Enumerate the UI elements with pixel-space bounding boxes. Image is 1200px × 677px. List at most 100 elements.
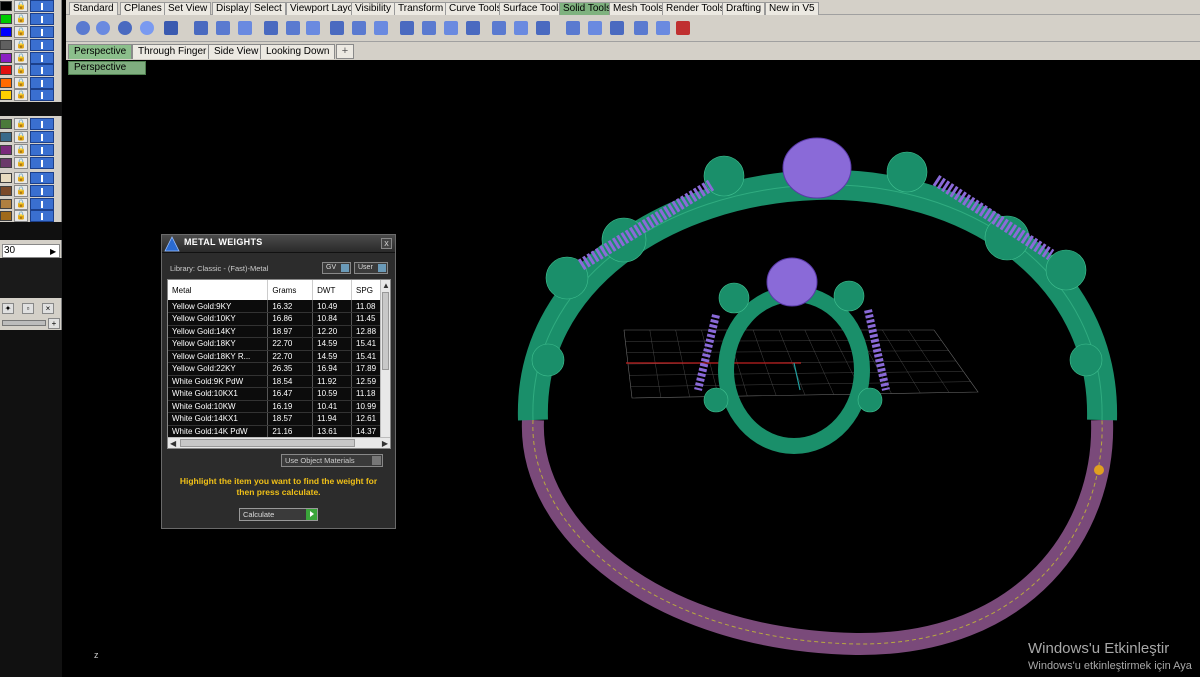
lock-icon[interactable]: 🔒 <box>14 13 28 25</box>
expand-arrow-icon[interactable]: ▶ <box>50 247 56 256</box>
layer-color-swatch[interactable] <box>0 78 12 88</box>
viewport-tab-through-finger[interactable]: Through Finger <box>132 44 213 59</box>
layer-row[interactable]: 🔒 <box>0 172 56 184</box>
layer-visibility-toggle[interactable] <box>30 26 54 38</box>
box-icon[interactable] <box>162 19 180 37</box>
lock-icon[interactable]: 🔒 <box>14 172 28 184</box>
column-header-grams[interactable]: Grams <box>267 280 314 300</box>
layer-visibility-toggle[interactable] <box>30 89 54 101</box>
use-object-materials-select[interactable]: Use Object Materials <box>281 454 383 467</box>
edges-icon[interactable] <box>586 19 604 37</box>
layer-visibility-toggle[interactable] <box>30 144 54 156</box>
layer-row[interactable]: 🔒 <box>0 77 56 89</box>
lock-icon[interactable]: 🔒 <box>14 210 28 222</box>
tab-solid-tools[interactable]: Solid Tools <box>559 2 616 15</box>
box-edit-icon[interactable] <box>464 19 482 37</box>
layer-row[interactable]: 🔒 <box>0 64 56 76</box>
lock-icon[interactable]: 🔒 <box>14 157 28 169</box>
tab-select[interactable]: Select <box>250 2 286 15</box>
add-viewport-tab-button[interactable]: + <box>336 44 354 59</box>
wire-cut-icon[interactable] <box>490 19 508 37</box>
layer-color-swatch[interactable] <box>0 14 12 24</box>
solid-edit-icon[interactable] <box>214 19 232 37</box>
layer-visibility-toggle[interactable] <box>30 52 54 64</box>
shell-icon[interactable] <box>304 19 322 37</box>
layer-visibility-toggle[interactable] <box>30 39 54 51</box>
cap-icon[interactable] <box>284 19 302 37</box>
table-row[interactable]: White Gold:9K PdW 18.54 11.92 12.59 <box>168 375 381 388</box>
table-row[interactable]: Yellow Gold:18KY R... 22.70 14.59 15.41 <box>168 350 381 363</box>
panel-plus-button[interactable]: + <box>48 318 60 329</box>
scroll-thumb[interactable] <box>180 439 355 447</box>
table-row[interactable]: Yellow Gold:14KY 18.97 12.20 12.88 <box>168 325 381 338</box>
layer-row[interactable]: 🔒 <box>0 89 56 101</box>
mesh-icon[interactable] <box>632 19 650 37</box>
tab-new-in-v5[interactable]: New in V5 <box>765 2 819 15</box>
layer-row[interactable]: 🔒 <box>0 0 56 12</box>
scroll-left-icon[interactable]: ◀ <box>170 439 176 448</box>
layer-visibility-toggle[interactable] <box>30 198 54 210</box>
history-icon[interactable] <box>608 19 626 37</box>
layer-visibility-toggle[interactable] <box>30 77 54 89</box>
tab-surface-tools[interactable]: Surface Tools <box>499 2 568 15</box>
tab-drafting[interactable]: Drafting <box>722 2 766 15</box>
layer-row[interactable]: 🔒 <box>0 198 56 210</box>
layer-visibility-toggle[interactable] <box>30 131 54 143</box>
explode-icon[interactable] <box>372 19 390 37</box>
layer-visibility-toggle[interactable] <box>30 64 54 76</box>
merge-icon[interactable] <box>398 19 416 37</box>
rib-icon[interactable] <box>534 19 552 37</box>
lock-icon[interactable]: 🔒 <box>14 118 28 130</box>
layer-visibility-toggle[interactable] <box>30 210 54 222</box>
layer-color-swatch[interactable] <box>0 199 12 209</box>
lock-icon[interactable]: 🔒 <box>14 131 28 143</box>
grid-icon[interactable] <box>654 19 672 37</box>
scroll-thumb[interactable] <box>382 292 389 370</box>
lock-icon[interactable]: 🔒 <box>14 64 28 76</box>
layer-color-swatch[interactable] <box>0 211 12 221</box>
layer-row[interactable]: 🔒 <box>0 185 56 197</box>
panel-copy-button[interactable]: ▫ <box>22 303 34 314</box>
fillet-icon[interactable] <box>262 19 280 37</box>
lock-icon[interactable]: 🔒 <box>14 0 28 12</box>
gv-select[interactable]: GV <box>322 262 351 274</box>
table-row[interactable]: Yellow Gold:18KY 22.70 14.59 15.41 <box>168 337 381 351</box>
lock-icon[interactable]: 🔒 <box>14 185 28 197</box>
layer-color-swatch[interactable] <box>0 145 12 155</box>
column-header-spg[interactable]: SPG <box>351 280 381 300</box>
faces-icon[interactable] <box>564 19 582 37</box>
panel-delete-button[interactable]: × <box>42 303 54 314</box>
layer-row[interactable]: 🔒 <box>0 52 56 64</box>
tab-visibility[interactable]: Visibility <box>351 2 395 15</box>
layer-color-swatch[interactable] <box>0 132 12 142</box>
viewport-tab-perspective[interactable]: Perspective <box>68 44 133 59</box>
tab-render-tools[interactable]: Render Tools <box>662 2 729 15</box>
layer-row[interactable]: 🔒 <box>0 118 56 130</box>
table-row[interactable]: White Gold:10KW 16.19 10.41 10.99 <box>168 400 381 413</box>
lock-icon[interactable]: 🔒 <box>14 26 28 38</box>
layer-visibility-toggle[interactable] <box>30 13 54 25</box>
viewport-tab-side-view[interactable]: Side View <box>208 44 265 59</box>
layer-color-swatch[interactable] <box>0 173 12 183</box>
layer-visibility-toggle[interactable] <box>30 0 54 12</box>
lock-icon[interactable]: 🔒 <box>14 89 28 101</box>
cylinder-icon[interactable] <box>94 19 112 37</box>
delete-icon[interactable] <box>674 19 692 37</box>
table-row[interactable]: White Gold:14K PdW 21.16 13.61 14.37 <box>168 425 381 438</box>
table-row[interactable]: Yellow Gold:9KY 16.32 10.49 11.08 <box>168 300 381 313</box>
split-icon[interactable] <box>350 19 368 37</box>
tab-transform[interactable]: Transform <box>394 2 448 15</box>
scroll-up-icon[interactable]: ▲ <box>382 281 390 290</box>
table-row[interactable]: Yellow Gold:22KY 26.35 16.94 17.89 <box>168 362 381 376</box>
solid-points-icon[interactable] <box>442 19 460 37</box>
layer-color-swatch[interactable] <box>0 27 12 37</box>
tab-standard[interactable]: Standard <box>69 2 118 15</box>
offset-icon[interactable] <box>328 19 346 37</box>
layer-color-swatch[interactable] <box>0 1 12 11</box>
column-header-metal[interactable]: Metal <box>168 280 269 300</box>
layer-row[interactable]: 🔒 <box>0 131 56 143</box>
layer-visibility-toggle[interactable] <box>30 185 54 197</box>
tab-set-view[interactable]: Set View <box>164 2 212 15</box>
extract-icon[interactable] <box>420 19 438 37</box>
layer-row[interactable]: 🔒 <box>0 13 56 25</box>
